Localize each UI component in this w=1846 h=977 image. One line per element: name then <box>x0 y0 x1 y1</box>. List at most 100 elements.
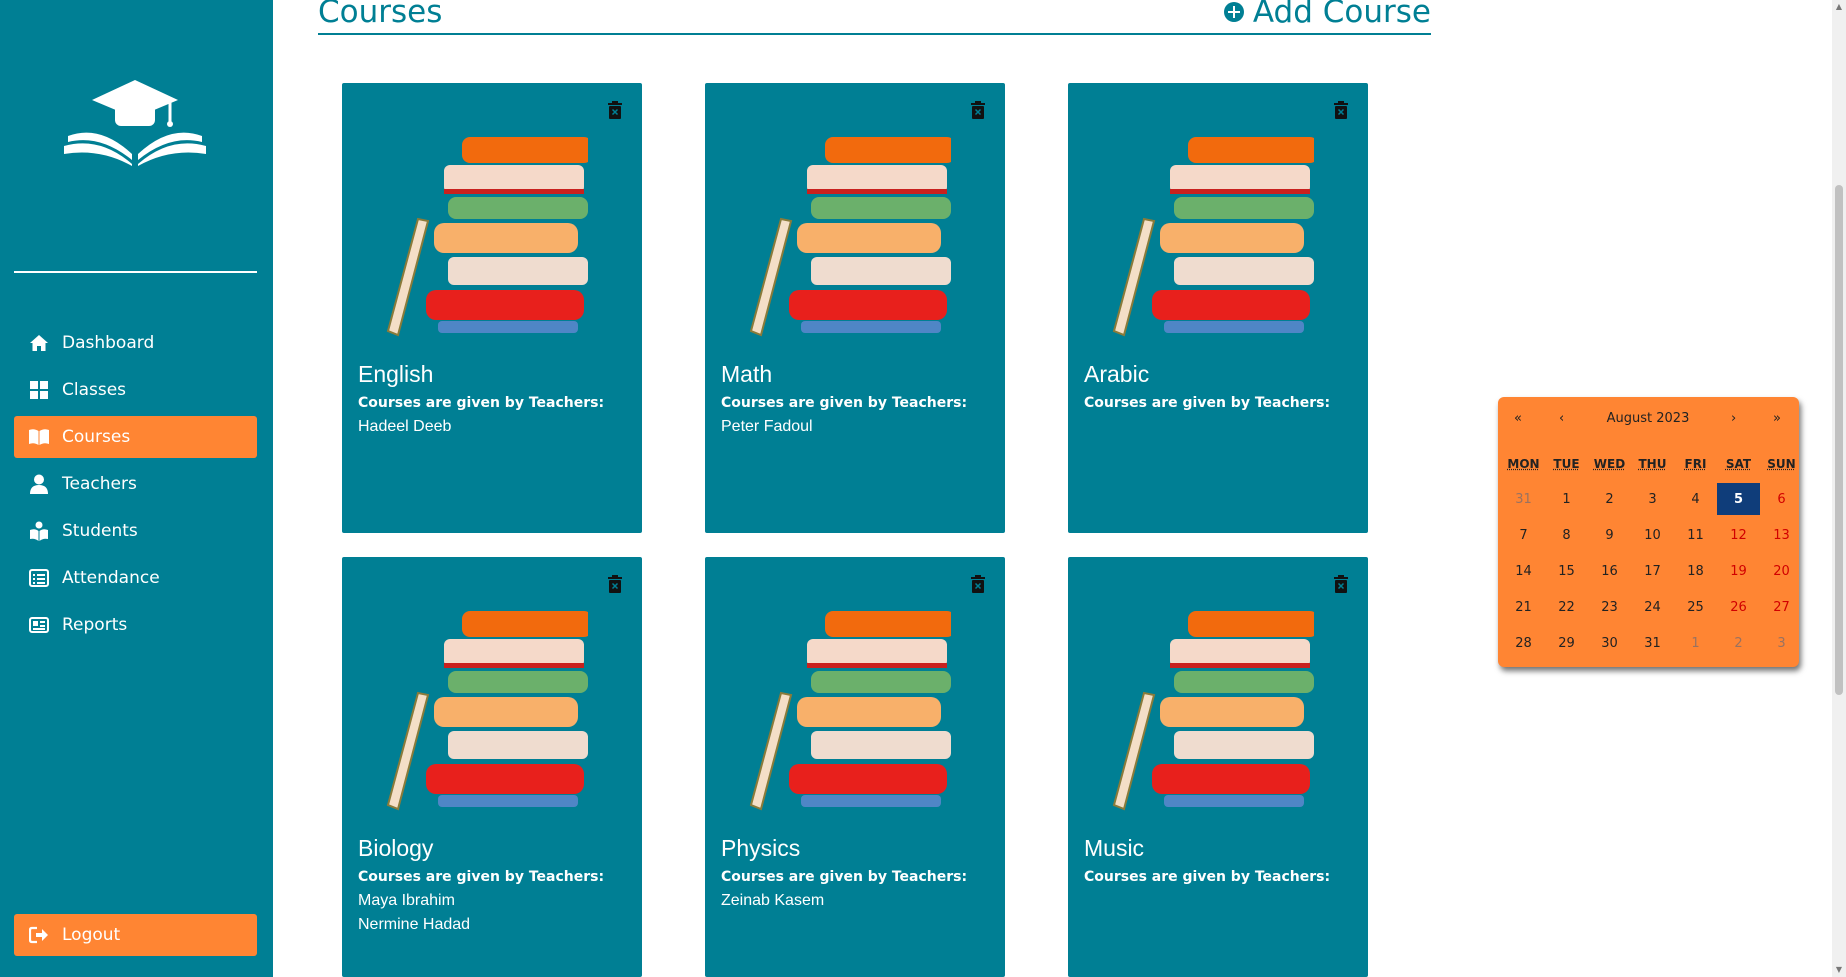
list-icon <box>28 567 50 589</box>
teacher-list: Zeinab Kasem <box>721 889 824 913</box>
calendar-day[interactable]: 13 <box>1760 517 1803 553</box>
grid-icon <box>28 379 50 401</box>
teachers-label: Courses are given by Teachers: <box>721 869 968 885</box>
calendar-day[interactable]: 20 <box>1760 553 1803 589</box>
calendar-month-label[interactable]: August 2023 <box>1588 411 1708 426</box>
teachers-label: Courses are given by Teachers: <box>1084 395 1331 411</box>
sidebar-item-classes[interactable]: Classes <box>14 369 257 411</box>
sidebar-nav: Dashboard Classes Courses Teachers Stude… <box>14 322 257 651</box>
trash-icon[interactable] <box>1334 575 1348 593</box>
book-stack-image <box>1112 137 1314 337</box>
teacher-name: Maya Ibrahim <box>358 892 455 909</box>
course-name: Arabic <box>1084 361 1150 387</box>
scrollbar-thumb[interactable] <box>1835 185 1843 695</box>
calendar-day[interactable]: 12 <box>1717 517 1760 553</box>
sidebar-item-reports[interactable]: Reports <box>14 604 257 646</box>
open-book-icon <box>28 426 50 448</box>
add-course-button[interactable]: Add Course <box>1223 0 1431 30</box>
teacher-name: Zeinab Kasem <box>721 892 825 909</box>
trash-icon[interactable] <box>971 575 985 593</box>
calendar-day[interactable]: 31 <box>1502 481 1545 517</box>
calendar-day[interactable]: 30 <box>1588 625 1631 661</box>
calendar-day[interactable]: 1 <box>1674 625 1717 661</box>
weekday-label: SUN <box>1767 457 1796 471</box>
course-card-english[interactable]: English Courses are given by Teachers: H… <box>342 83 642 533</box>
calendar-day[interactable]: 16 <box>1588 553 1631 589</box>
sidebar-item-label: Courses <box>62 427 131 447</box>
logout-button[interactable]: Logout <box>14 914 257 956</box>
calendar-day[interactable]: 10 <box>1631 517 1674 553</box>
home-icon <box>28 332 50 354</box>
teachers-label: Courses are given by Teachers: <box>1084 869 1331 885</box>
calendar-week: 7 8 9 10 11 12 13 <box>1502 517 1802 553</box>
trash-icon[interactable] <box>971 101 985 119</box>
course-card-arabic[interactable]: Arabic Courses are given by Teachers: <box>1068 83 1368 533</box>
sidebar-item-label: Teachers <box>62 474 137 494</box>
add-course-label: Add Course <box>1252 0 1431 30</box>
calendar-day[interactable]: 7 <box>1502 517 1545 553</box>
calendar-prev-month-button[interactable]: ‹ <box>1559 411 1564 426</box>
calendar-day[interactable]: 29 <box>1545 625 1588 661</box>
weekday-label: FRI <box>1684 457 1707 471</box>
calendar-day[interactable]: 4 <box>1674 481 1717 517</box>
book-stack-image <box>1112 611 1314 811</box>
course-name: English <box>358 361 434 387</box>
course-card-math[interactable]: Math Courses are given by Teachers: Pete… <box>705 83 1005 533</box>
calendar-day[interactable]: 28 <box>1502 625 1545 661</box>
calendar-day[interactable]: 18 <box>1674 553 1717 589</box>
calendar-day[interactable]: 2 <box>1588 481 1631 517</box>
calendar-day[interactable]: 24 <box>1631 589 1674 625</box>
calendar-day[interactable]: 17 <box>1631 553 1674 589</box>
sidebar-item-students[interactable]: Students <box>14 510 257 552</box>
calendar-day[interactable]: 2 <box>1717 625 1760 661</box>
scroll-down-arrow-icon[interactable]: ▼ <box>1834 965 1844 975</box>
calendar-day[interactable]: 25 <box>1674 589 1717 625</box>
sign-out-icon <box>28 924 50 946</box>
trash-icon[interactable] <box>608 575 622 593</box>
sidebar-item-dashboard[interactable]: Dashboard <box>14 322 257 364</box>
calendar-day[interactable]: 31 <box>1631 625 1674 661</box>
weekday-label: MON <box>1507 457 1540 471</box>
book-stack-image <box>749 611 951 811</box>
calendar-day[interactable]: 8 <box>1545 517 1588 553</box>
calendar-weekday-header: MON TUE WED THU FRI SAT SUN <box>1502 457 1802 481</box>
calendar-day[interactable]: 9 <box>1588 517 1631 553</box>
sidebar-item-attendance[interactable]: Attendance <box>14 557 257 599</box>
page-scrollbar[interactable]: ▲ ▼ <box>1832 0 1846 977</box>
calendar-day[interactable]: 26 <box>1717 589 1760 625</box>
sidebar-item-courses[interactable]: Courses <box>14 416 257 458</box>
calendar-day[interactable]: 14 <box>1502 553 1545 589</box>
sidebar-item-teachers[interactable]: Teachers <box>14 463 257 505</box>
calendar-day[interactable]: 27 <box>1760 589 1803 625</box>
course-card-physics[interactable]: Physics Courses are given by Teachers: Z… <box>705 557 1005 977</box>
calendar-prev-year-button[interactable]: « <box>1514 411 1522 426</box>
sidebar-item-label: Attendance <box>62 568 160 588</box>
teacher-list: Peter Fadoul <box>721 415 813 439</box>
scroll-up-arrow-icon[interactable]: ▲ <box>1834 2 1844 12</box>
calendar-day[interactable]: 6 <box>1760 481 1803 517</box>
calendar-day[interactable]: 11 <box>1674 517 1717 553</box>
calendar-next-year-button[interactable]: » <box>1773 411 1781 426</box>
calendar-day[interactable]: 23 <box>1588 589 1631 625</box>
teachers-label: Courses are given by Teachers: <box>721 395 968 411</box>
weekday-label: THU <box>1638 457 1667 471</box>
page-title: Courses <box>318 0 443 30</box>
course-card-biology[interactable]: Biology Courses are given by Teachers: M… <box>342 557 642 977</box>
graduation-cap-book-logo <box>64 80 206 166</box>
calendar-day[interactable]: 15 <box>1545 553 1588 589</box>
course-card-music[interactable]: Music Courses are given by Teachers: <box>1068 557 1368 977</box>
weekday-label: WED <box>1593 457 1626 471</box>
page-header: Courses Add Course <box>318 0 1431 35</box>
calendar-next-month-button[interactable]: › <box>1731 411 1736 426</box>
calendar-day[interactable]: 22 <box>1545 589 1588 625</box>
calendar-day[interactable]: 3 <box>1631 481 1674 517</box>
calendar-day[interactable]: 3 <box>1760 625 1803 661</box>
course-name: Physics <box>721 835 801 861</box>
calendar-day-selected[interactable]: 5 <box>1717 483 1760 515</box>
calendar-day[interactable]: 1 <box>1545 481 1588 517</box>
calendar-day[interactable]: 21 <box>1502 589 1545 625</box>
sidebar: Dashboard Classes Courses Teachers Stude… <box>0 0 273 977</box>
calendar-day[interactable]: 19 <box>1717 553 1760 589</box>
trash-icon[interactable] <box>1334 101 1348 119</box>
trash-icon[interactable] <box>608 101 622 119</box>
